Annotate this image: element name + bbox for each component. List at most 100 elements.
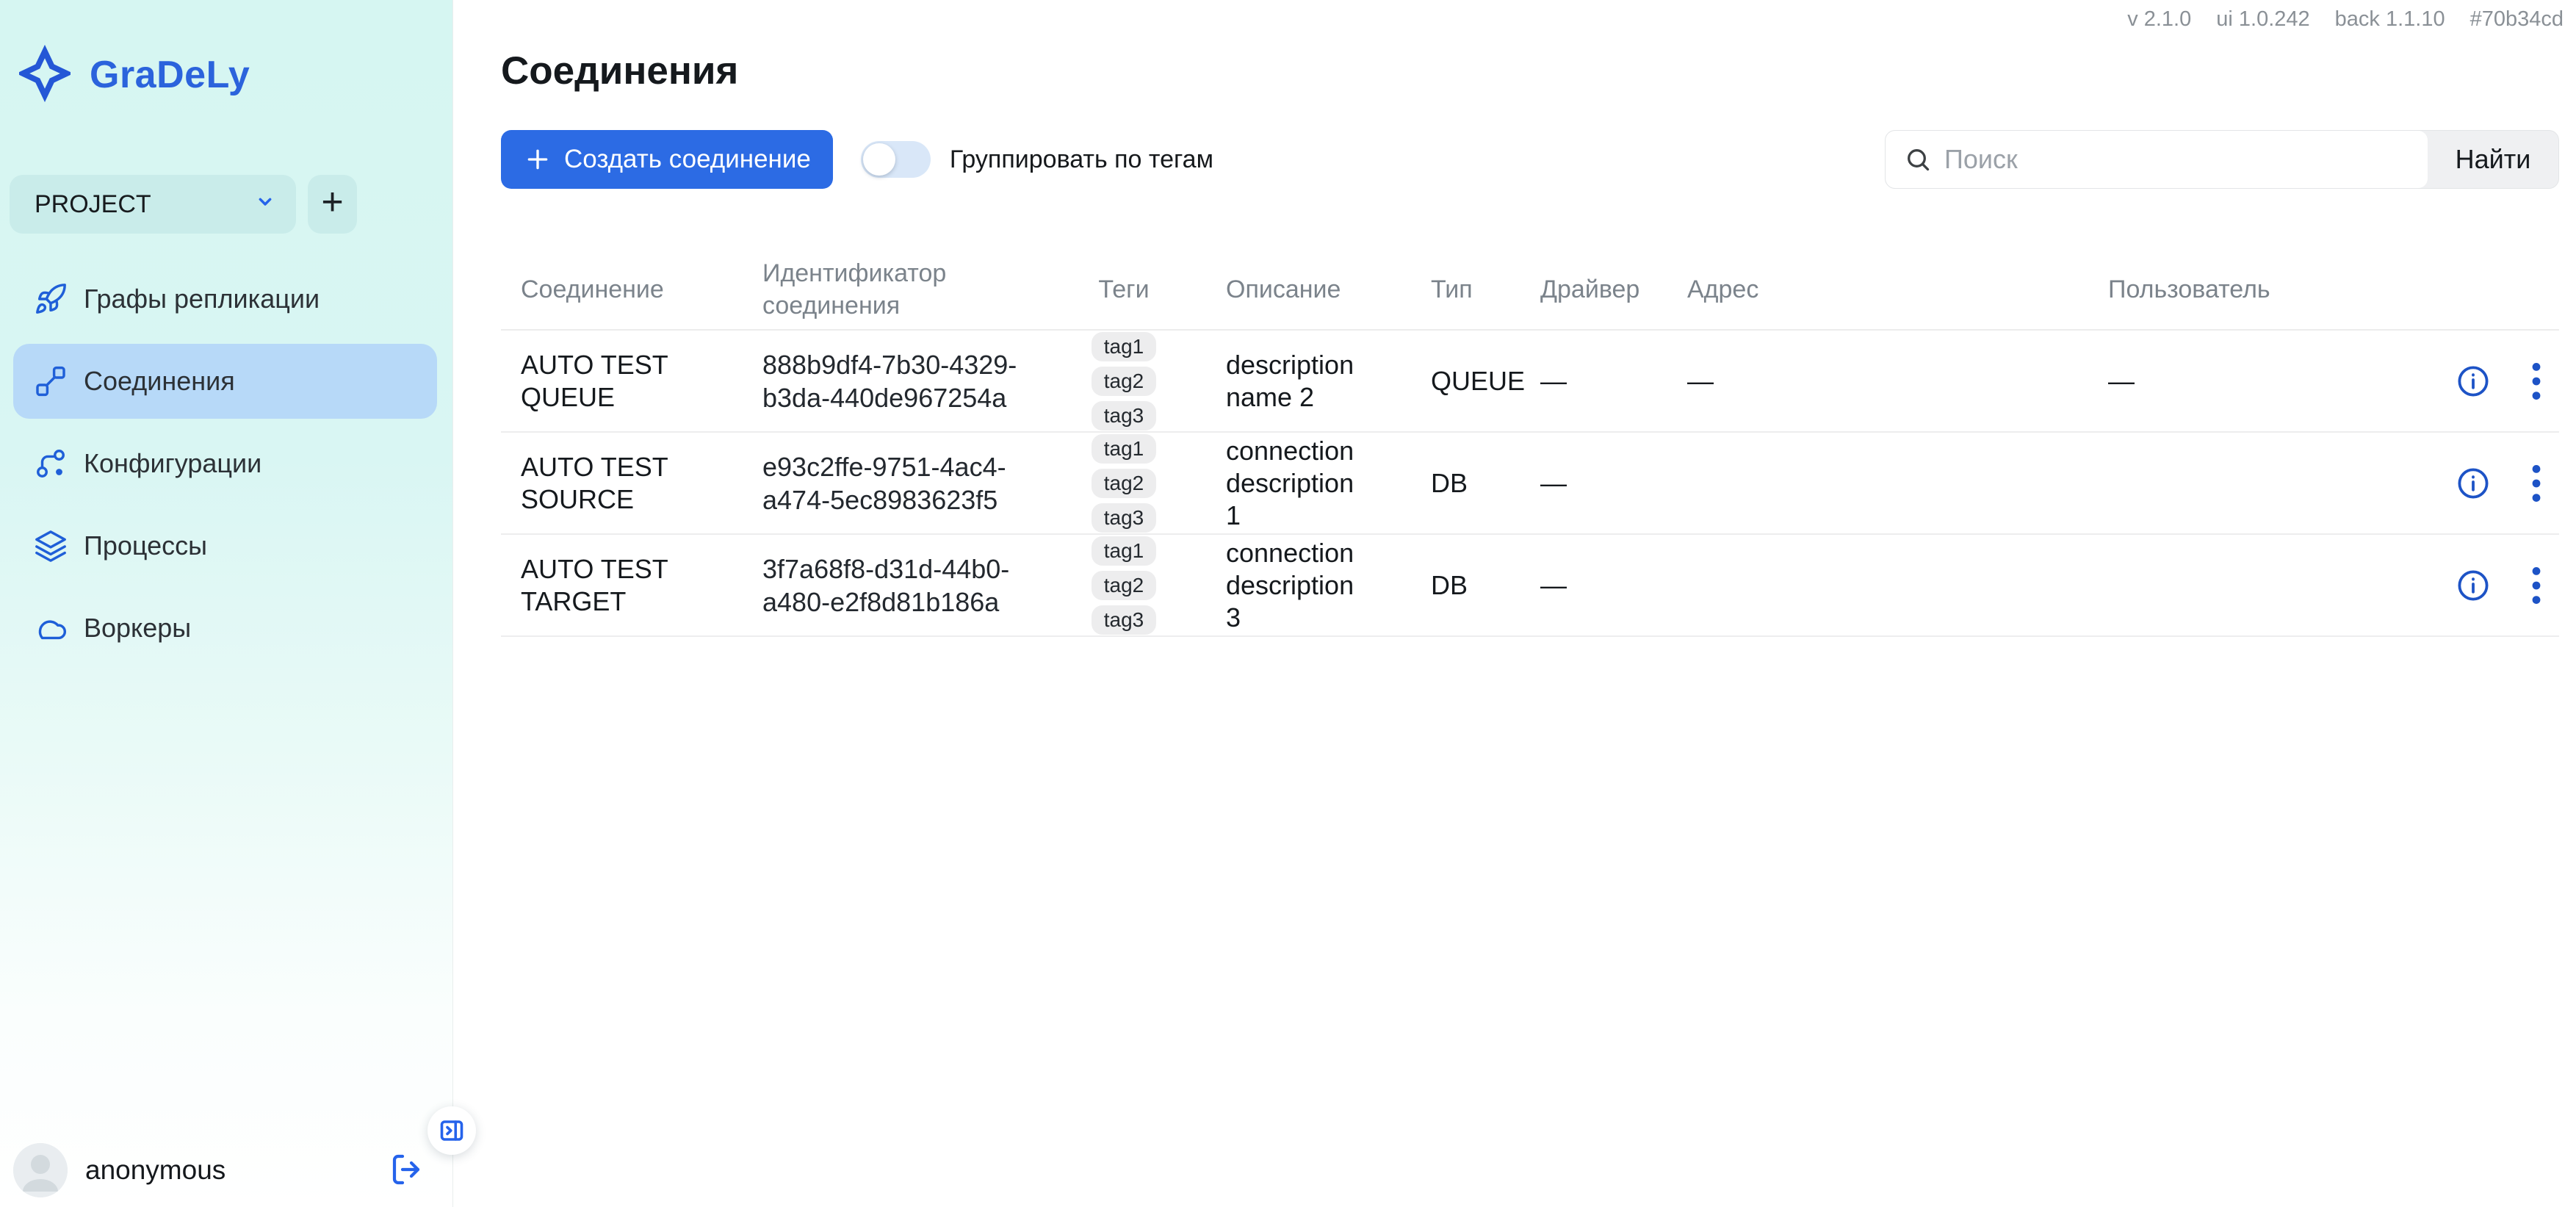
cloud-icon (34, 611, 68, 645)
info-icon (2456, 466, 2491, 501)
search-input[interactable] (1944, 144, 2409, 175)
group-by-tags-label: Группировать по тегам (950, 145, 1213, 174)
cell-type: DB (1412, 570, 1522, 601)
app-version: v 2.1.0 (2127, 7, 2191, 32)
sidebar-item-configurations[interactable]: Конфигурации (13, 426, 437, 501)
row-info-button[interactable] (2456, 364, 2491, 399)
tag-badge: tag2 (1092, 367, 1157, 396)
cell-description: connection description 3 (1166, 537, 1354, 634)
table-row[interactable]: AUTO TEST SOURCE e93c2ffe-9751-4ac4-a474… (501, 433, 2559, 535)
app-root: GraDeLy PROJECT + (0, 0, 2576, 1207)
column-header-connection-id: Идентификатор соединения (762, 258, 968, 322)
tag-badge: tag1 (1092, 434, 1157, 464)
sidebar-item-label: Конфигурации (84, 448, 261, 479)
sidebar-item-label: Процессы (84, 530, 207, 561)
column-header-driver: Драйвер (1522, 274, 1669, 306)
cell-driver: — (1522, 570, 1669, 601)
layers-icon (34, 529, 68, 563)
group-by-tags: Группировать по тегам (861, 141, 1213, 178)
table-row[interactable]: AUTO TEST QUEUE 888b9df4-7b30-4329-b3da-… (501, 331, 2559, 433)
connections-icon (34, 364, 68, 398)
cell-driver: — (1522, 366, 1669, 397)
table-row[interactable]: AUTO TEST TARGET 3f7a68f8-d31d-44b0-a480… (501, 535, 2559, 637)
toolbar: Создать соединение Группировать по тегам… (501, 130, 2559, 189)
cell-driver: — (1522, 468, 1669, 499)
project-select-value: PROJECT (35, 190, 151, 219)
create-connection-label: Создать соединение (564, 145, 811, 174)
tag-badge: tag1 (1092, 536, 1157, 566)
project-select[interactable]: PROJECT (10, 175, 296, 234)
tag-badge: tag3 (1092, 401, 1157, 430)
tag-badge: tag2 (1092, 571, 1157, 600)
search-submit-button[interactable]: Найти (2428, 131, 2558, 188)
sidebar-item-label: Графы репликации (84, 284, 320, 314)
sidebar-item-label: Воркеры (84, 613, 191, 644)
collapse-sidebar-button[interactable] (427, 1106, 476, 1155)
sidebar-item-connections[interactable]: Соединения (13, 344, 437, 419)
rocket-icon (34, 282, 68, 316)
column-header-type: Тип (1412, 274, 1522, 306)
back-version: back 1.1.10 (2335, 7, 2445, 32)
tag-badge: tag3 (1092, 605, 1157, 635)
plus-icon (523, 145, 552, 174)
chevron-down-icon (253, 190, 277, 220)
cell-connection-name: AUTO TEST TARGET (501, 553, 681, 618)
row-info-button[interactable] (2456, 466, 2491, 501)
column-header-user: Пользователь (2088, 274, 2433, 306)
add-project-button[interactable]: + (308, 175, 357, 234)
tag-badge: tag3 (1092, 503, 1157, 533)
info-icon (2456, 568, 2491, 603)
cell-description: description name 2 (1166, 349, 1354, 414)
cell-tags: tag1 tag2 tag3 (1081, 332, 1166, 430)
sidebar-nav: Графы репликации Соединения (0, 262, 452, 673)
logout-button[interactable] (388, 1151, 426, 1189)
cell-connection-name: AUTO TEST QUEUE (501, 349, 681, 414)
sidebar-item-processes[interactable]: Процессы (13, 508, 437, 583)
cell-address: — (1669, 366, 2088, 397)
create-connection-button[interactable]: Создать соединение (501, 130, 833, 189)
tag-badge: tag2 (1092, 469, 1157, 498)
main-content: v 2.1.0 ui 1.0.242 back 1.1.10 #70b34cd … (453, 0, 2576, 1207)
avatar (13, 1143, 68, 1197)
logo-icon (19, 45, 71, 106)
sidebar-item-label: Соединения (84, 366, 235, 397)
row-info-button[interactable] (2456, 568, 2491, 603)
row-menu-button[interactable] (2530, 362, 2542, 400)
cell-user: — (2088, 366, 2433, 397)
version-bar: v 2.1.0 ui 1.0.242 back 1.1.10 #70b34cd (2127, 7, 2564, 32)
page-title: Соединения (501, 48, 738, 93)
cell-type: DB (1412, 468, 1522, 499)
sidebar-item-workers[interactable]: Воркеры (13, 591, 437, 666)
column-header-address: Адрес (1669, 274, 2088, 306)
group-by-tags-toggle[interactable] (861, 141, 931, 178)
configurations-icon (34, 447, 68, 480)
kebab-menu-icon (2530, 362, 2542, 400)
row-menu-button[interactable] (2530, 464, 2542, 502)
logout-icon (389, 1152, 425, 1187)
cell-tags: tag1 tag2 tag3 (1081, 434, 1166, 533)
sidebar: GraDeLy PROJECT + (0, 0, 453, 1207)
column-header-connection: Соединение (501, 274, 762, 306)
ui-version: ui 1.0.242 (2216, 7, 2309, 32)
collapse-sidebar-icon (439, 1117, 465, 1144)
user-row: anonymous (13, 1143, 426, 1197)
user-name: anonymous (85, 1155, 226, 1186)
info-icon (2456, 364, 2491, 399)
cell-type: QUEUE (1412, 366, 1522, 397)
search-icon (1905, 146, 1931, 173)
logo-text: GraDeLy (90, 53, 250, 97)
search-field (1886, 131, 2428, 188)
cell-connection-id: 3f7a68f8-d31d-44b0-a480-e2f8d81b186a (762, 552, 1056, 619)
cell-connection-name: AUTO TEST SOURCE (501, 451, 681, 516)
column-header-description: Описание (1166, 274, 1412, 306)
toggle-knob (863, 143, 895, 176)
cell-description: connection description 1 (1166, 435, 1354, 532)
project-selector-row: PROJECT + (10, 175, 357, 234)
kebab-menu-icon (2530, 566, 2542, 605)
kebab-menu-icon (2530, 464, 2542, 502)
column-header-tags: Теги (1081, 274, 1166, 306)
logo[interactable]: GraDeLy (19, 44, 250, 106)
row-menu-button[interactable] (2530, 566, 2542, 605)
search-bar: Найти (1885, 130, 2559, 189)
sidebar-item-replication-graphs[interactable]: Графы репликации (13, 262, 437, 336)
